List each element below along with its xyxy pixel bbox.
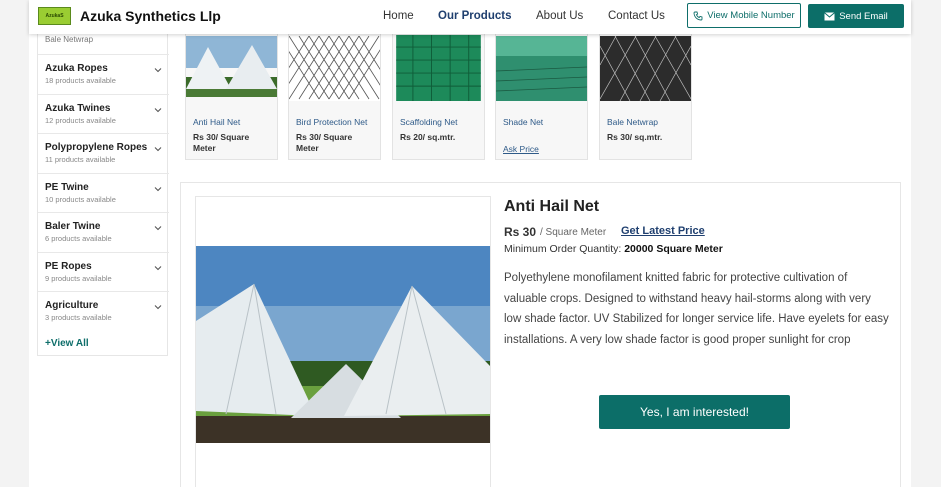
product-name: Anti Hail Net — [193, 117, 241, 127]
product-price-value: Rs 30 — [504, 225, 537, 239]
category-count: 11 products available — [45, 155, 116, 164]
sidebar-item-azuka-twines[interactable]: Azuka Twines 12 products available — [38, 94, 169, 133]
product-price-unit: / Square Meter — [540, 227, 607, 238]
view-mobile-number-label: View Mobile Number — [707, 10, 795, 21]
nav-about-us[interactable]: About Us — [536, 10, 583, 22]
product-price: Rs 20/ sq.mtr. — [400, 132, 456, 142]
product-title: Anti Hail Net — [504, 198, 600, 215]
nav-home[interactable]: Home — [383, 10, 414, 22]
product-card-shade-net[interactable]: Shade Net Ask Price — [495, 20, 588, 160]
category-name: Agriculture — [45, 300, 99, 311]
category-name: PE Twine — [45, 182, 89, 193]
product-card-bale-netwrap[interactable]: Bale Netwrap Rs 30/ sq.mtr. — [599, 20, 692, 160]
send-email-button[interactable]: Send Email — [808, 4, 904, 28]
category-name: Azuka Ropes — [45, 63, 108, 74]
category-name: Baler Twine — [45, 221, 101, 232]
product-card-bird-protection-net[interactable]: Bird Protection Net Rs 30/ Square Meter — [288, 20, 381, 160]
chevron-down-icon[interactable] — [154, 264, 162, 272]
sidebar-item-polypropylene-ropes[interactable]: Polypropylene Ropes 11 products availabl… — [38, 133, 169, 172]
product-name: Shade Net — [503, 117, 544, 127]
sidebar-item-azuka-ropes[interactable]: Azuka Ropes 18 products available — [38, 54, 169, 93]
category-count: 10 products available — [45, 195, 116, 204]
send-email-label: Send Email — [839, 10, 888, 22]
category-count: 12 products available — [45, 116, 116, 125]
category-name: PE Ropes — [45, 261, 92, 272]
nav-our-products[interactable]: Our Products — [438, 10, 511, 22]
company-logo[interactable]: AzukaS — [38, 7, 71, 25]
product-price: Rs 30/ Square Meter — [193, 132, 250, 153]
sidebar-item-baler-twine[interactable]: Baler Twine 6 products available — [38, 212, 169, 251]
product-name: Bale Netwrap — [607, 117, 659, 127]
product-name: Scaffolding Net — [400, 117, 458, 127]
ask-price-link[interactable]: Ask Price — [503, 144, 539, 154]
product-description: Polyethylene monofilament knitted fabric… — [504, 272, 889, 346]
phone-icon — [693, 11, 703, 20]
chevron-down-icon[interactable] — [154, 224, 162, 232]
view-all-link[interactable]: +View All — [45, 338, 89, 349]
sidebar-previous-item[interactable]: Bale Netwrap — [45, 35, 93, 44]
moq-label: Minimum Order Quantity: — [504, 243, 622, 255]
anti-hail-net-photo[interactable] — [196, 246, 490, 443]
product-card-anti-hail-net[interactable]: Anti Hail Net Rs 30/ Square Meter — [185, 20, 278, 160]
product-price: Rs 30/ Square Meter — [296, 132, 353, 153]
chevron-down-icon[interactable] — [154, 185, 162, 193]
category-count: 9 products available — [45, 274, 112, 283]
chevron-down-icon[interactable] — [154, 145, 162, 153]
sidebar-item-agriculture[interactable]: Agriculture 3 products available — [38, 291, 169, 330]
chevron-down-icon[interactable] — [154, 106, 162, 114]
category-count: 6 products available — [45, 234, 112, 243]
sidebar-item-pe-ropes[interactable]: PE Ropes 9 products available — [38, 252, 169, 291]
get-latest-price-link[interactable]: Get Latest Price — [621, 225, 705, 237]
chevron-down-icon[interactable] — [154, 66, 162, 74]
view-mobile-number-button[interactable]: View Mobile Number — [687, 3, 801, 28]
site-header: AzukaS Azuka Synthetics Llp Home Our Pro… — [29, 0, 911, 34]
interested-button[interactable]: Yes, I am interested! — [599, 395, 790, 429]
category-name: Azuka Twines — [45, 103, 111, 114]
product-name: Bird Protection Net — [296, 117, 368, 127]
product-card-scaffolding-net[interactable]: Scaffolding Net Rs 20/ sq.mtr. — [392, 20, 485, 160]
category-count: 3 products available — [45, 313, 112, 322]
chevron-down-icon[interactable] — [154, 303, 162, 311]
nav-contact-us[interactable]: Contact Us — [608, 10, 665, 22]
product-price: Rs 30/ sq.mtr. — [607, 132, 663, 142]
category-name: Polypropylene Ropes — [45, 142, 148, 153]
logo-text: AzukaS — [45, 13, 64, 19]
minimum-order-quantity: Minimum Order Quantity: 20000 Square Met… — [504, 243, 723, 255]
company-name[interactable]: Azuka Synthetics Llp — [80, 8, 221, 24]
category-sidebar: Bale Netwrap Azuka Ropes 18 products ava… — [37, 20, 169, 356]
moq-value: 20000 Square Meter — [624, 243, 723, 255]
category-count: 18 products available — [45, 76, 116, 85]
sidebar-item-pe-twine[interactable]: PE Twine 10 products available — [38, 173, 169, 212]
envelope-icon — [824, 11, 836, 20]
